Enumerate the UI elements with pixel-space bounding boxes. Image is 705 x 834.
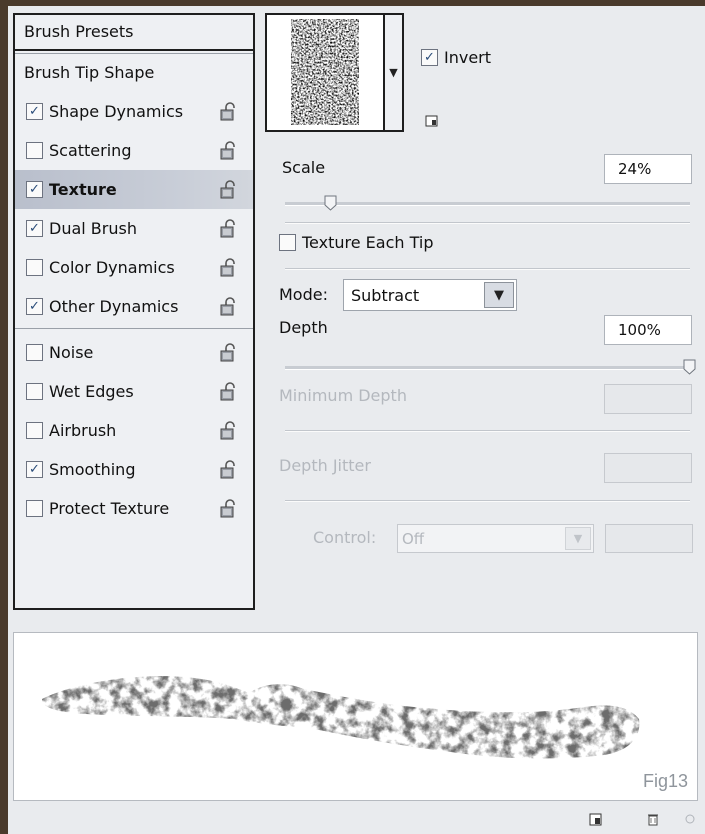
- scale-field[interactable]: 24%: [604, 154, 692, 184]
- list-item-smoothing[interactable]: ✓ Smoothing: [15, 450, 253, 489]
- depth-label: Depth: [279, 318, 328, 337]
- depth-slider-thumb[interactable]: [683, 359, 696, 375]
- stroke-preview-image: [42, 676, 640, 759]
- list-item-label: Scattering: [49, 141, 132, 160]
- dual-brush-checkbox[interactable]: ✓: [26, 220, 43, 237]
- list-item-label: Wet Edges: [49, 382, 134, 401]
- panel-menu-icon[interactable]: [684, 812, 696, 826]
- new-preset-icon[interactable]: [425, 114, 440, 127]
- shape-dynamics-checkbox[interactable]: ✓: [26, 103, 43, 120]
- scale-slider-thumb[interactable]: [324, 195, 337, 211]
- lock-icon[interactable]: [220, 219, 237, 238]
- protect-texture-checkbox[interactable]: [26, 500, 43, 517]
- triangle-down-icon: ▼: [389, 66, 398, 79]
- divider: [285, 222, 690, 224]
- mode-select[interactable]: Subtract ▼: [343, 279, 517, 311]
- mode-value: Subtract: [351, 285, 420, 305]
- brush-tip-shape-item[interactable]: Brush Tip Shape: [15, 53, 253, 92]
- list-item-label: Noise: [49, 343, 94, 362]
- brush-presets-tab[interactable]: Brush Presets: [15, 15, 253, 51]
- lock-icon[interactable]: [220, 102, 237, 121]
- texture-each-tip-check[interactable]: [279, 234, 296, 251]
- other-dynamics-checkbox[interactable]: ✓: [26, 298, 43, 315]
- list-item-other-dynamics[interactable]: ✓ Other Dynamics: [15, 287, 253, 326]
- list-item-protect-texture[interactable]: Protect Texture: [15, 489, 253, 528]
- depth-slider[interactable]: [285, 366, 690, 370]
- trash-icon[interactable]: [646, 812, 660, 826]
- brush-stroke-preview: Fig13: [13, 632, 698, 801]
- figure-caption: Fig13: [642, 771, 688, 791]
- lock-icon[interactable]: [220, 180, 237, 199]
- list-item-label: Dual Brush: [49, 219, 137, 238]
- texture-each-tip-label: Texture Each Tip: [302, 233, 434, 252]
- list-item-scattering[interactable]: Scattering: [15, 131, 253, 170]
- lock-icon[interactable]: [220, 141, 237, 160]
- color-dynamics-checkbox[interactable]: [26, 259, 43, 276]
- list-item-airbrush[interactable]: Airbrush: [15, 411, 253, 450]
- new-preset-icon[interactable]: [589, 812, 603, 826]
- control-amount-field: [605, 524, 693, 553]
- wet-edges-checkbox[interactable]: [26, 383, 43, 400]
- lock-icon[interactable]: [220, 460, 237, 479]
- list-item-color-dynamics[interactable]: Color Dynamics: [15, 248, 253, 287]
- texture-pattern-thumbnail[interactable]: [265, 13, 385, 132]
- invert-checkbox[interactable]: ✓ Invert: [421, 48, 491, 67]
- noise-checkbox[interactable]: [26, 344, 43, 361]
- list-item-noise[interactable]: Noise: [15, 333, 253, 372]
- divider: [285, 268, 690, 270]
- invert-label: Invert: [444, 48, 492, 67]
- list-item-shape-dynamics[interactable]: ✓ Shape Dynamics: [15, 92, 253, 131]
- texture-each-tip-checkbox[interactable]: Texture Each Tip: [279, 233, 433, 252]
- list-item-label: Airbrush: [49, 421, 117, 440]
- lock-icon[interactable]: [220, 297, 237, 316]
- lock-icon[interactable]: [220, 499, 237, 518]
- list-item-label: Shape Dynamics: [49, 102, 184, 121]
- invert-check[interactable]: ✓: [421, 49, 438, 66]
- list-item-label: Color Dynamics: [49, 258, 175, 277]
- list-item-label: Other Dynamics: [49, 297, 179, 316]
- scale-label: Scale: [282, 158, 326, 177]
- list-item-texture[interactable]: ✓ Texture: [15, 170, 253, 209]
- list-divider: [15, 328, 253, 331]
- chevron-down-icon: ▼: [565, 527, 591, 550]
- chevron-down-icon[interactable]: ▼: [484, 282, 514, 308]
- texture-checkbox[interactable]: ✓: [26, 181, 43, 198]
- depth-jitter-field: [604, 453, 692, 483]
- airbrush-checkbox[interactable]: [26, 422, 43, 439]
- depth-jitter-label: Depth Jitter: [279, 456, 371, 475]
- pattern-picker-dropdown[interactable]: ▼: [385, 13, 404, 132]
- lock-icon[interactable]: [220, 382, 237, 401]
- smoothing-checkbox[interactable]: ✓: [26, 461, 43, 478]
- list-item-label: Texture: [49, 180, 117, 199]
- lock-icon[interactable]: [220, 343, 237, 362]
- list-item-label: Protect Texture: [49, 499, 170, 518]
- minimum-depth-field: [604, 384, 692, 414]
- control-label: Control:: [313, 528, 377, 547]
- depth-field[interactable]: 100%: [604, 315, 692, 345]
- control-select: Off ▼: [397, 524, 594, 553]
- minimum-depth-label: Minimum Depth: [279, 386, 407, 405]
- scale-slider[interactable]: [285, 202, 690, 206]
- lock-icon[interactable]: [220, 421, 237, 440]
- list-item-dual-brush[interactable]: ✓ Dual Brush: [15, 209, 253, 248]
- list-item-label: Smoothing: [49, 460, 136, 479]
- mode-label: Mode:: [279, 285, 328, 304]
- brush-options-list: Brush Presets Brush Tip Shape ✓ Shape Dyn…: [13, 13, 255, 610]
- control-value: Off: [402, 529, 425, 548]
- lock-icon[interactable]: [220, 258, 237, 277]
- divider: [285, 500, 690, 502]
- scattering-checkbox[interactable]: [26, 142, 43, 159]
- divider: [285, 430, 690, 432]
- list-item-wet-edges[interactable]: Wet Edges: [15, 372, 253, 411]
